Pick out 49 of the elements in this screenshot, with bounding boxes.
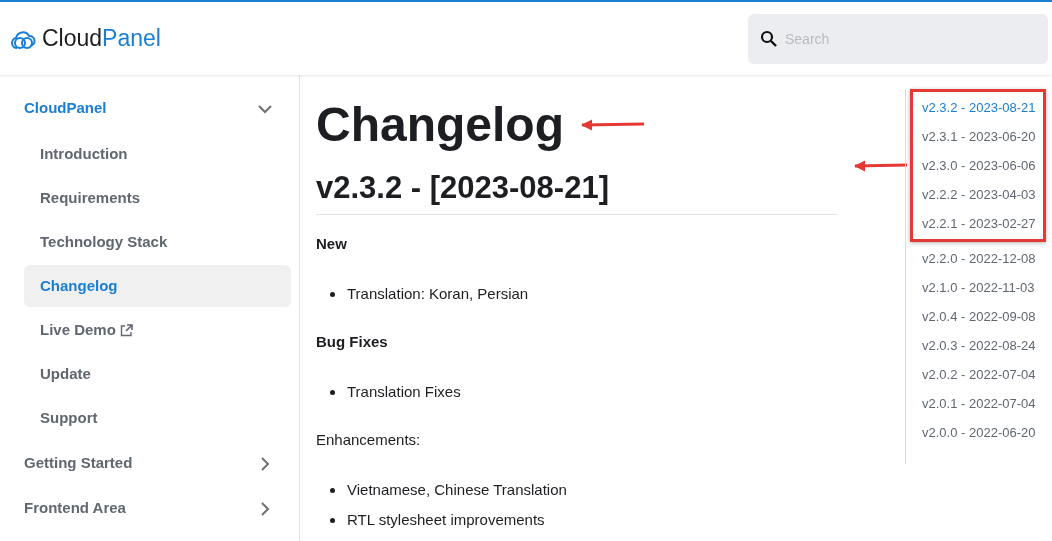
toc-link[interactable]: v2.0.1 - 2022-07-04 (922, 389, 1052, 418)
sidebar-item[interactable]: Update (24, 353, 291, 395)
list-item: Vietnamese, Chinese Translation (347, 479, 567, 500)
toc-link[interactable]: v2.3.1 - 2023-06-20 (922, 122, 1043, 151)
item-label: Live Demo (40, 319, 116, 340)
list-item: Translation: Koran, Persian (347, 283, 529, 304)
item-label: Technology Stack (40, 231, 168, 252)
arrow-annotation (853, 160, 909, 172)
toc-link[interactable]: v2.3.2 - 2023-08-21 (922, 93, 1043, 122)
list-item: Translation Fixes (347, 381, 461, 402)
toc-link[interactable]: v2.0.4 - 2022-09-08 (922, 302, 1052, 331)
paragraph: Enhancements: (316, 430, 422, 450)
section-title: v2.3.2 - [2023-08-21] (316, 166, 837, 215)
toc-link[interactable]: v2.2.0 - 2022-12-08 (922, 244, 1052, 273)
sidebar-category[interactable]: CloudPanel (24, 86, 291, 131)
logo-text[interactable]: CloudPanel (42, 21, 161, 56)
subsection-heading: Bug Fixes (316, 332, 389, 352)
bullet-icon (330, 389, 335, 395)
toc-link[interactable]: v2.3.0 - 2023-06-06 (922, 151, 1043, 180)
toc-link[interactable]: v2.1.0 - 2022-11-03 (922, 273, 1052, 302)
search-icon (760, 29, 777, 47)
arrow-annotation (580, 119, 646, 131)
item-label: Update (40, 363, 91, 384)
item-label: Support (40, 407, 98, 428)
category-label: Frontend Area (24, 498, 126, 519)
bullet-icon (330, 487, 335, 493)
bullet-icon (330, 291, 335, 297)
subsection-heading: New (316, 234, 348, 254)
item-label: Introduction (40, 143, 128, 164)
toc-link[interactable]: v2.2.1 - 2023-02-27 (922, 209, 1043, 238)
sidebar-category[interactable]: Frontend Area (24, 486, 291, 531)
sidebar-item[interactable]: Changelog (24, 265, 291, 307)
list-item: RTL stylesheet improvements (347, 509, 545, 530)
sidebar-item[interactable]: Technology Stack (24, 221, 291, 263)
item-label: Requirements (40, 187, 141, 208)
toc-link[interactable]: v2.0.0 - 2022-06-20 (922, 418, 1052, 447)
sidebar-item[interactable]: Introduction (24, 133, 291, 175)
page-title: Changelog (316, 97, 564, 153)
category-label: CloudPanel (24, 98, 107, 119)
category-label: Getting Started (24, 453, 133, 474)
item-label: Changelog (40, 275, 118, 296)
sidebar-category[interactable]: Getting Started (24, 441, 291, 486)
sidebar-item[interactable]: Live Demo (24, 309, 291, 351)
toc-link[interactable]: v2.0.3 - 2022-08-24 (922, 331, 1052, 360)
toc-link[interactable]: v2.0.2 - 2022-07-04 (922, 360, 1052, 389)
bullet-icon (330, 517, 335, 523)
toc-link[interactable]: v2.2.2 - 2023-04-03 (922, 180, 1043, 209)
sidebar-item[interactable]: Requirements (24, 177, 291, 219)
sidebar-item[interactable]: Support (24, 397, 291, 439)
